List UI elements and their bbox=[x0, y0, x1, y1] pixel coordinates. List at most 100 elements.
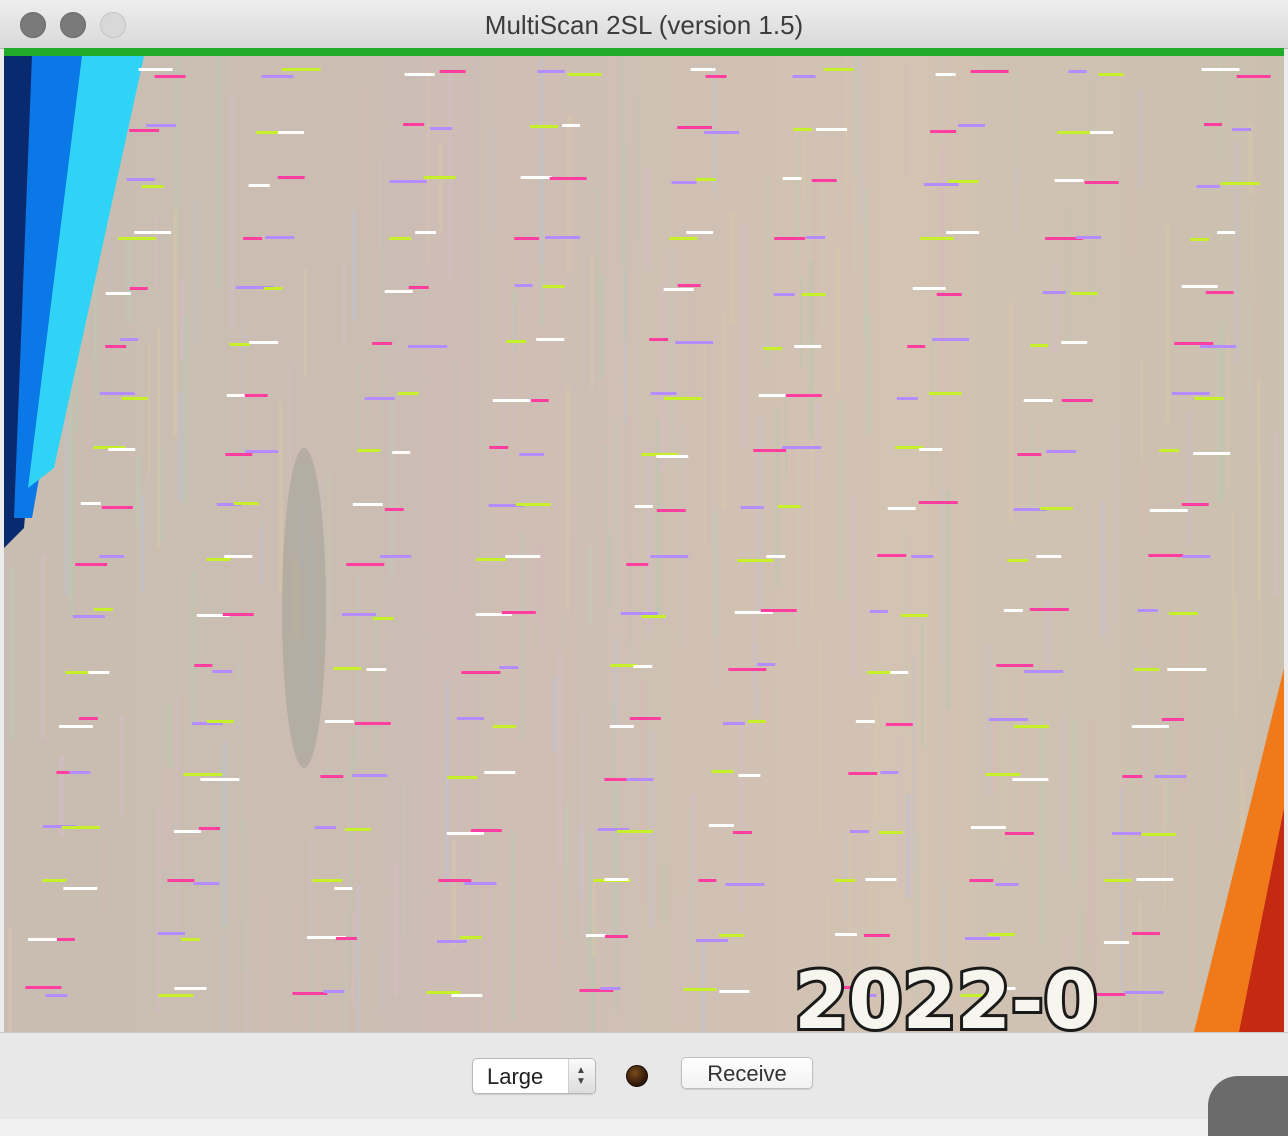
texture-streak bbox=[500, 272, 503, 498]
scan-streak bbox=[1094, 993, 1126, 996]
texture-streak bbox=[452, 840, 456, 946]
scan-streak bbox=[439, 70, 466, 73]
scan-streak bbox=[384, 508, 404, 511]
received-image-canvas: 2022-0 bbox=[4, 48, 1284, 1032]
texture-streak bbox=[722, 313, 727, 508]
scan-streak bbox=[1017, 453, 1042, 456]
scan-streak bbox=[988, 718, 1028, 721]
texture-streak bbox=[860, 50, 862, 221]
scan-streak bbox=[423, 176, 456, 179]
scan-streak bbox=[392, 451, 411, 454]
scan-streak bbox=[708, 824, 734, 827]
scan-streak bbox=[848, 772, 878, 775]
scan-streak bbox=[1124, 991, 1164, 994]
texture-streak bbox=[155, 218, 158, 288]
texture-streak bbox=[141, 494, 144, 594]
texture-streak bbox=[59, 756, 64, 836]
scan-streak bbox=[344, 828, 371, 831]
scan-streak bbox=[1205, 291, 1234, 294]
scan-streak bbox=[793, 128, 813, 131]
scan-streak bbox=[604, 878, 629, 881]
texture-streak bbox=[835, 249, 840, 393]
texture-streak bbox=[1002, 671, 1004, 862]
scan-streak bbox=[138, 68, 173, 71]
scan-streak bbox=[704, 131, 740, 134]
scan-streak bbox=[932, 338, 970, 341]
texture-streak bbox=[775, 409, 780, 586]
scan-streak bbox=[911, 555, 934, 558]
scan-streak bbox=[880, 771, 899, 774]
scan-streak bbox=[801, 293, 826, 296]
texture-streak bbox=[1017, 70, 1020, 182]
scan-streak bbox=[896, 397, 918, 400]
texture-streak bbox=[640, 680, 645, 904]
texture-streak bbox=[791, 436, 794, 651]
scan-streak bbox=[1076, 236, 1102, 239]
texture-streak bbox=[166, 703, 171, 768]
scan-streak bbox=[629, 717, 661, 720]
select-stepper-icon[interactable]: ▲ ▼ bbox=[568, 1059, 595, 1093]
scan-streak bbox=[99, 555, 125, 558]
scan-streak bbox=[677, 126, 713, 129]
scan-streak bbox=[408, 345, 448, 348]
scan-streak bbox=[626, 563, 649, 566]
texture-streak bbox=[815, 404, 820, 480]
scan-streak bbox=[105, 345, 127, 348]
scan-streak bbox=[609, 725, 634, 728]
scan-streak bbox=[885, 723, 913, 726]
texture-streak bbox=[623, 141, 626, 340]
title-bar[interactable]: MultiScan 2SL (version 1.5) bbox=[0, 0, 1288, 49]
image-smudge bbox=[282, 448, 326, 768]
texture-streak bbox=[905, 61, 907, 179]
scan-streak bbox=[1013, 725, 1049, 728]
texture-streak bbox=[554, 108, 556, 333]
scan-streak bbox=[243, 237, 263, 240]
receive-button[interactable]: Receive bbox=[681, 1057, 813, 1089]
texture-streak bbox=[194, 198, 197, 345]
texture-streak bbox=[650, 730, 654, 928]
scan-streak bbox=[878, 831, 903, 834]
scan-streak bbox=[919, 448, 943, 451]
size-select[interactable]: Large ▲ ▼ bbox=[472, 1058, 596, 1094]
scan-streak bbox=[146, 124, 177, 127]
scan-streak bbox=[747, 720, 766, 723]
texture-streak bbox=[361, 89, 366, 237]
texture-streak bbox=[222, 935, 225, 1032]
scan-streak bbox=[669, 237, 698, 240]
texture-streak bbox=[636, 94, 639, 241]
texture-streak bbox=[766, 685, 770, 757]
scan-streak bbox=[1098, 73, 1124, 76]
texture-streak bbox=[1148, 559, 1150, 648]
scan-streak bbox=[604, 935, 628, 938]
texture-streak bbox=[1120, 789, 1123, 990]
scan-streak bbox=[1171, 392, 1210, 395]
texture-streak bbox=[341, 261, 345, 344]
texture-streak bbox=[592, 883, 596, 956]
scan-streak bbox=[1190, 238, 1210, 241]
scan-streak bbox=[1122, 775, 1143, 778]
chevron-down-icon: ▼ bbox=[576, 1076, 586, 1087]
scan-streak bbox=[562, 124, 581, 127]
scan-streak bbox=[740, 506, 764, 509]
texture-streak bbox=[1248, 304, 1250, 392]
texture-streak bbox=[157, 327, 160, 549]
texture-streak bbox=[941, 490, 943, 663]
scan-streak bbox=[1154, 775, 1187, 778]
scan-streak bbox=[650, 392, 677, 395]
texture-streak bbox=[328, 474, 330, 623]
scan-streak bbox=[372, 617, 394, 620]
scan-streak bbox=[320, 775, 344, 778]
texture-streak bbox=[382, 232, 384, 414]
scan-streak bbox=[476, 558, 507, 561]
scan-streak bbox=[877, 554, 907, 557]
texture-streak bbox=[701, 938, 705, 1032]
texture-streak bbox=[1259, 463, 1261, 676]
texture-streak bbox=[838, 400, 843, 600]
texture-streak bbox=[851, 496, 856, 678]
texture-streak bbox=[1142, 466, 1145, 541]
texture-streak bbox=[1067, 588, 1069, 757]
scan-streak bbox=[180, 938, 200, 941]
scan-streak bbox=[1220, 182, 1260, 185]
scan-streak bbox=[695, 178, 716, 181]
top-green-strip bbox=[4, 48, 1284, 56]
